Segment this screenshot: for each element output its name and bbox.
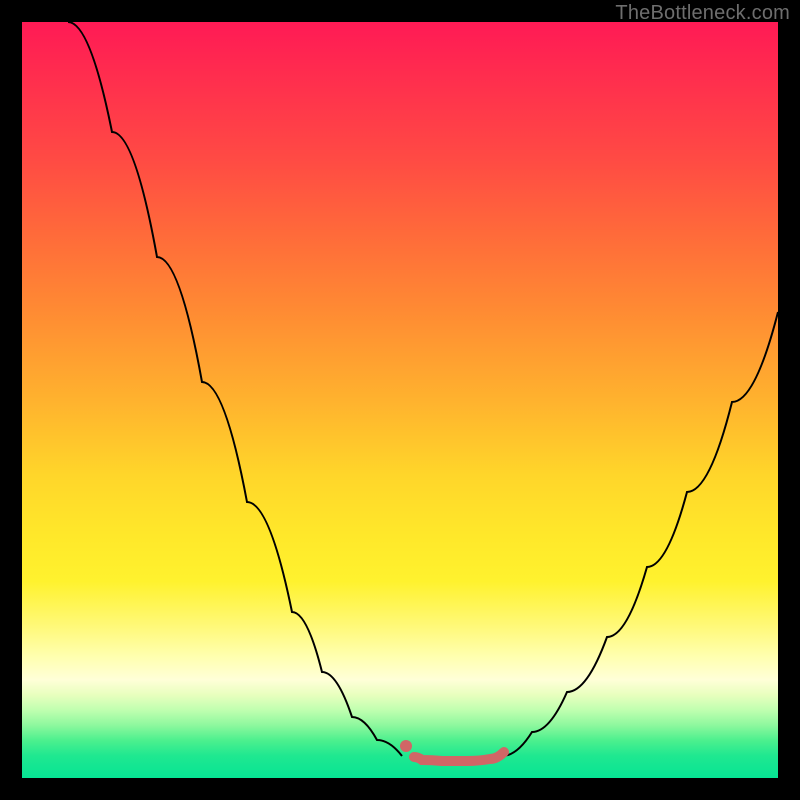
basin-dot <box>400 740 412 752</box>
watermark-text: TheBottleneck.com <box>615 2 790 25</box>
plot-svg <box>22 22 778 778</box>
gradient-plot-area <box>22 22 778 778</box>
basin-accent <box>414 752 504 761</box>
left-curve <box>68 22 402 756</box>
right-curve <box>502 312 778 756</box>
